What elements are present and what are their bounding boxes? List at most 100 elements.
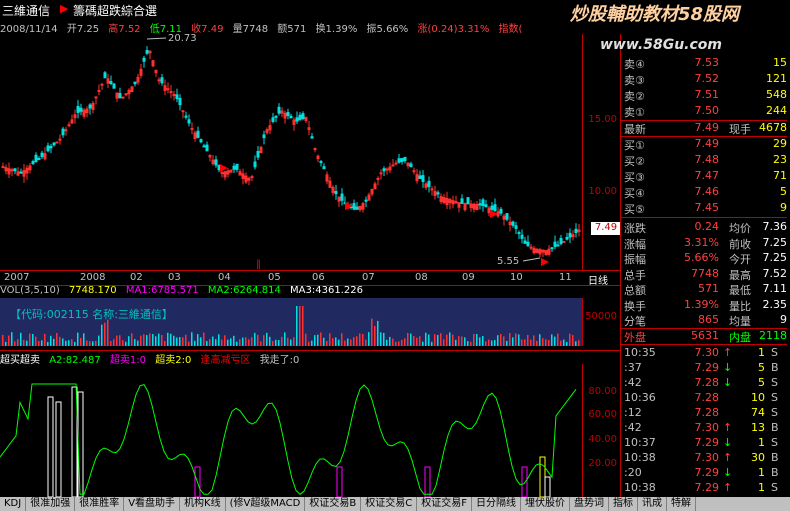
tab-1[interactable]: 很准加强 [26, 497, 76, 511]
volume-bar [374, 325, 376, 346]
volume-bar [413, 336, 415, 346]
candle-body [52, 142, 56, 146]
tab-5[interactable]: (修V超级MACD [226, 497, 306, 511]
candle-body [340, 193, 344, 201]
candle-body [64, 129, 68, 132]
tab-8[interactable]: 权证交易F [417, 497, 472, 511]
tab-9[interactable]: 日分隔线 [472, 497, 521, 511]
volume-bar [314, 335, 316, 346]
volume-bar [359, 333, 361, 346]
tick-row: 10:38 7.30 ↑ 30 B [624, 451, 779, 464]
oscillator-signal-bar [77, 391, 84, 497]
volume-bar [110, 341, 112, 346]
candle-body [181, 110, 185, 113]
oscillator-signal-bar [539, 456, 546, 497]
candle-body [391, 164, 395, 167]
volume-bar [287, 337, 289, 346]
selector-label[interactable]: 籌碼超跌綜合選 [73, 2, 157, 19]
volume-bar [233, 335, 235, 346]
tab-10[interactable]: 埋伏股价 [521, 497, 570, 511]
volume-bar [95, 340, 97, 346]
volume-banner: 【代码:002115 名称:三維通信】 [10, 308, 173, 321]
candle-body [37, 157, 41, 160]
volume-bar [224, 335, 226, 346]
volume-bar [248, 339, 250, 346]
volume-bar [521, 339, 523, 346]
tab-11[interactable]: 盘势词 [570, 497, 609, 511]
date-tick: 10 [510, 272, 523, 283]
volume-bar [14, 341, 16, 346]
candle-body [118, 93, 122, 99]
tab-0[interactable]: KDJ [0, 497, 27, 511]
tab-7[interactable]: 权证交易C [361, 497, 418, 511]
volume-bar [149, 333, 151, 346]
date-tick: 07 [362, 272, 375, 283]
candle-body [493, 204, 497, 212]
candle-body [184, 115, 188, 118]
candle-body [94, 96, 98, 99]
oscillator-signal-bar [521, 466, 528, 497]
tab-12[interactable]: 指标 [609, 497, 638, 511]
buy-marker-icon [345, 202, 353, 210]
candle-body [214, 159, 218, 166]
tab-4[interactable]: 机构K线 [180, 497, 226, 511]
volume-bar [44, 333, 46, 346]
tab-13[interactable]: 讯成 [638, 497, 667, 511]
volume-bar [77, 332, 79, 346]
candle-body [409, 163, 413, 168]
volume-bar [530, 339, 532, 346]
volume-bar [557, 333, 559, 346]
volume-bar [194, 340, 196, 346]
ask-row: 卖④ 7.53 15 [624, 56, 787, 71]
candle-body [88, 104, 92, 109]
candle-body [520, 234, 524, 239]
sell-marker-icon: ‖ [256, 259, 261, 270]
volume-bar [380, 332, 382, 346]
volume-bar [323, 337, 325, 346]
volume-bar [101, 324, 103, 346]
oscillator-axis: 80.00 60.00 40.00 20.00 [582, 364, 621, 497]
candle-body [364, 199, 368, 202]
volume-bar [503, 336, 505, 346]
osc-tick: 40.00 [588, 434, 617, 445]
candle-body [511, 221, 515, 226]
tab-3[interactable]: V看盘助手 [124, 497, 181, 511]
tab-14[interactable]: 特解 [667, 497, 696, 511]
volume-bar [383, 332, 385, 346]
tab-6[interactable]: 权证交易B [305, 497, 362, 511]
volume-bar [26, 340, 28, 346]
candlestick-chart[interactable]: 20.73 5.55 ‖ [0, 34, 582, 270]
volume-bar [236, 341, 238, 346]
volume-bar [164, 341, 166, 346]
candle-body [202, 145, 206, 148]
candle-body [205, 144, 209, 152]
volume-bar [500, 333, 502, 346]
candle-body [34, 154, 38, 162]
volume-bar [305, 333, 307, 346]
volume-bar [98, 335, 100, 346]
candle-body [478, 203, 482, 206]
volume-bar [8, 335, 10, 346]
volume-bar [326, 340, 328, 346]
volume-bar [134, 339, 136, 346]
volume-bar [419, 336, 421, 346]
oscillator-chart[interactable] [0, 364, 582, 497]
volume-bar [551, 334, 553, 346]
volume-bar [569, 333, 571, 346]
candle-body [76, 106, 80, 113]
candle-body [46, 145, 50, 152]
stat-row: 总额 571 最低 7.11 [624, 282, 787, 297]
candle-body [310, 136, 314, 139]
volume-bar [23, 339, 25, 346]
volume-bar [74, 341, 76, 346]
stock-name[interactable]: 三維通信 [2, 2, 50, 19]
candle-body [256, 151, 260, 158]
candle-body [187, 119, 191, 124]
candle-body [565, 236, 569, 240]
volume-bar [329, 333, 331, 346]
volume-bar [116, 335, 118, 346]
volume-bar [290, 339, 292, 346]
tab-2[interactable]: 很准胜率 [75, 497, 125, 511]
volume-bar [173, 335, 175, 346]
vol-ma3: MA3:4361.226 [290, 285, 363, 296]
